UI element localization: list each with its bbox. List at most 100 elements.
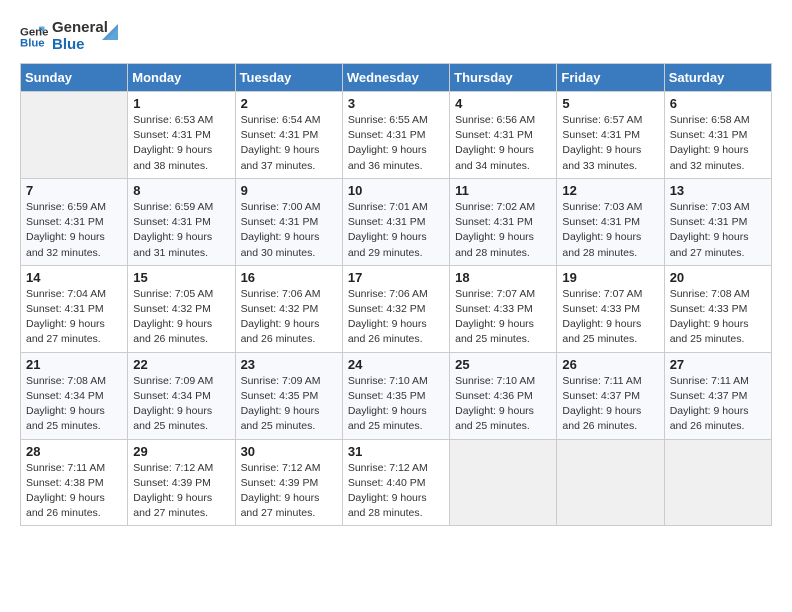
calendar-week-3: 14 Sunrise: 7:04 AMSunset: 4:31 PMDayligh… [21, 265, 772, 352]
day-number: 29 [133, 444, 229, 459]
day-number: 5 [562, 96, 658, 111]
day-info: Sunrise: 7:00 AMSunset: 4:31 PMDaylight:… [241, 200, 337, 261]
day-number: 14 [26, 270, 122, 285]
calendar-cell [21, 92, 128, 179]
calendar-table: SundayMondayTuesdayWednesdayThursdayFrid… [20, 63, 772, 526]
calendar-cell: 21 Sunrise: 7:08 AMSunset: 4:34 PMDayligh… [21, 352, 128, 439]
calendar-cell: 25 Sunrise: 7:10 AMSunset: 4:36 PMDayligh… [450, 352, 557, 439]
calendar-cell: 27 Sunrise: 7:11 AMSunset: 4:37 PMDayligh… [664, 352, 771, 439]
calendar-cell: 3Sunrise: 6:55 AMSunset: 4:31 PMDaylight… [342, 92, 449, 179]
day-info: Sunrise: 7:10 AMSunset: 4:35 PMDaylight:… [348, 374, 444, 435]
calendar-cell: 20Sunrise: 7:08 AMSunset: 4:33 PMDayligh… [664, 265, 771, 352]
day-number: 26 [562, 357, 658, 372]
calendar-week-4: 21 Sunrise: 7:08 AMSunset: 4:34 PMDayligh… [21, 352, 772, 439]
svg-text:Blue: Blue [20, 37, 45, 49]
day-number: 2 [241, 96, 337, 111]
calendar-cell: 19 Sunrise: 7:07 AMSunset: 4:33 PMDayligh… [557, 265, 664, 352]
col-header-tuesday: Tuesday [235, 64, 342, 92]
col-header-sunday: Sunday [21, 64, 128, 92]
col-header-monday: Monday [128, 64, 235, 92]
calendar-cell [664, 439, 771, 526]
day-number: 23 [241, 357, 337, 372]
day-number: 24 [348, 357, 444, 372]
day-info: Sunrise: 7:07 AMSunset: 4:33 PMDaylight:… [455, 287, 551, 348]
col-header-saturday: Saturday [664, 64, 771, 92]
calendar-cell: 26 Sunrise: 7:11 AMSunset: 4:37 PMDayligh… [557, 352, 664, 439]
day-number: 3 [348, 96, 444, 111]
day-number: 28 [26, 444, 122, 459]
day-info: Sunrise: 7:10 AMSunset: 4:36 PMDaylight:… [455, 374, 551, 435]
calendar-cell: 14 Sunrise: 7:04 AMSunset: 4:31 PMDayligh… [21, 265, 128, 352]
calendar-cell: 7 Sunrise: 6:59 AMSunset: 4:31 PMDaylight… [21, 178, 128, 265]
day-number: 9 [241, 183, 337, 198]
calendar-cell: 1 Sunrise: 6:53 AMSunset: 4:31 PMDaylight… [128, 92, 235, 179]
day-info: Sunrise: 6:58 AMSunset: 4:31 PMDaylight:… [670, 113, 766, 174]
day-number: 8 [133, 183, 229, 198]
calendar-cell: 6 Sunrise: 6:58 AMSunset: 4:31 PMDaylight… [664, 92, 771, 179]
day-info: Sunrise: 7:08 AMSunset: 4:34 PMDaylight:… [26, 374, 122, 435]
logo-arrow-icon [100, 22, 122, 44]
day-number: 19 [562, 270, 658, 285]
day-info: Sunrise: 7:11 AMSunset: 4:37 PMDaylight:… [670, 374, 766, 435]
day-number: 16 [241, 270, 337, 285]
day-info: Sunrise: 7:11 AMSunset: 4:37 PMDaylight:… [562, 374, 658, 435]
day-info: Sunrise: 7:09 AMSunset: 4:34 PMDaylight:… [133, 374, 229, 435]
day-number: 21 [26, 357, 122, 372]
day-info: Sunrise: 7:08 AMSunset: 4:33 PMDaylight:… [670, 287, 766, 348]
day-info: Sunrise: 6:54 AMSunset: 4:31 PMDaylight:… [241, 113, 337, 174]
day-info: Sunrise: 6:59 AMSunset: 4:31 PMDaylight:… [133, 200, 229, 261]
day-number: 7 [26, 183, 122, 198]
day-info: Sunrise: 6:56 AMSunset: 4:31 PMDaylight:… [455, 113, 551, 174]
calendar-cell: 8 Sunrise: 6:59 AMSunset: 4:31 PMDaylight… [128, 178, 235, 265]
day-number: 31 [348, 444, 444, 459]
calendar-cell: 18 Sunrise: 7:07 AMSunset: 4:33 PMDayligh… [450, 265, 557, 352]
calendar-cell: 13 Sunrise: 7:03 AMSunset: 4:31 PMDayligh… [664, 178, 771, 265]
col-header-friday: Friday [557, 64, 664, 92]
day-number: 10 [348, 183, 444, 198]
col-header-thursday: Thursday [450, 64, 557, 92]
day-number: 27 [670, 357, 766, 372]
day-number: 11 [455, 183, 551, 198]
calendar-cell [557, 439, 664, 526]
day-number: 25 [455, 357, 551, 372]
calendar-cell: 22 Sunrise: 7:09 AMSunset: 4:34 PMDayligh… [128, 352, 235, 439]
day-info: Sunrise: 7:09 AMSunset: 4:35 PMDaylight:… [241, 374, 337, 435]
calendar-cell: 24 Sunrise: 7:10 AMSunset: 4:35 PMDayligh… [342, 352, 449, 439]
day-number: 30 [241, 444, 337, 459]
calendar-week-5: 28Sunrise: 7:11 AMSunset: 4:38 PMDayligh… [21, 439, 772, 526]
calendar-cell: 31Sunrise: 7:12 AMSunset: 4:40 PMDayligh… [342, 439, 449, 526]
day-info: Sunrise: 7:03 AMSunset: 4:31 PMDaylight:… [670, 200, 766, 261]
calendar-cell: 23 Sunrise: 7:09 AMSunset: 4:35 PMDayligh… [235, 352, 342, 439]
day-number: 1 [133, 96, 229, 111]
day-info: Sunrise: 7:04 AMSunset: 4:31 PMDaylight:… [26, 287, 122, 348]
day-number: 12 [562, 183, 658, 198]
day-number: 15 [133, 270, 229, 285]
day-number: 22 [133, 357, 229, 372]
calendar-cell: 4 Sunrise: 6:56 AMSunset: 4:31 PMDaylight… [450, 92, 557, 179]
day-info: Sunrise: 7:12 AMSunset: 4:39 PMDaylight:… [241, 461, 337, 522]
calendar-cell: 28Sunrise: 7:11 AMSunset: 4:38 PMDayligh… [21, 439, 128, 526]
calendar-week-1: 1 Sunrise: 6:53 AMSunset: 4:31 PMDaylight… [21, 92, 772, 179]
logo: General Blue General Blue [20, 20, 122, 53]
day-info: Sunrise: 7:03 AMSunset: 4:31 PMDaylight:… [562, 200, 658, 261]
logo-icon: General Blue [20, 23, 48, 51]
day-info: Sunrise: 7:06 AMSunset: 4:32 PMDaylight:… [241, 287, 337, 348]
day-info: Sunrise: 7:12 AMSunset: 4:39 PMDaylight:… [133, 461, 229, 522]
day-info: Sunrise: 7:07 AMSunset: 4:33 PMDaylight:… [562, 287, 658, 348]
day-info: Sunrise: 6:57 AMSunset: 4:31 PMDaylight:… [562, 113, 658, 174]
calendar-cell: 10 Sunrise: 7:01 AMSunset: 4:31 PMDayligh… [342, 178, 449, 265]
day-info: Sunrise: 7:01 AMSunset: 4:31 PMDaylight:… [348, 200, 444, 261]
calendar-cell: 9 Sunrise: 7:00 AMSunset: 4:31 PMDaylight… [235, 178, 342, 265]
day-number: 4 [455, 96, 551, 111]
day-info: Sunrise: 6:59 AMSunset: 4:31 PMDaylight:… [26, 200, 122, 261]
day-number: 18 [455, 270, 551, 285]
day-info: Sunrise: 6:53 AMSunset: 4:31 PMDaylight:… [133, 113, 229, 174]
day-number: 6 [670, 96, 766, 111]
calendar-cell: 15 Sunrise: 7:05 AMSunset: 4:32 PMDayligh… [128, 265, 235, 352]
day-info: Sunrise: 7:06 AMSunset: 4:32 PMDaylight:… [348, 287, 444, 348]
day-info: Sunrise: 7:02 AMSunset: 4:31 PMDaylight:… [455, 200, 551, 261]
day-number: 13 [670, 183, 766, 198]
calendar-cell: 29 Sunrise: 7:12 AMSunset: 4:39 PMDayligh… [128, 439, 235, 526]
col-header-wednesday: Wednesday [342, 64, 449, 92]
day-info: Sunrise: 7:05 AMSunset: 4:32 PMDaylight:… [133, 287, 229, 348]
